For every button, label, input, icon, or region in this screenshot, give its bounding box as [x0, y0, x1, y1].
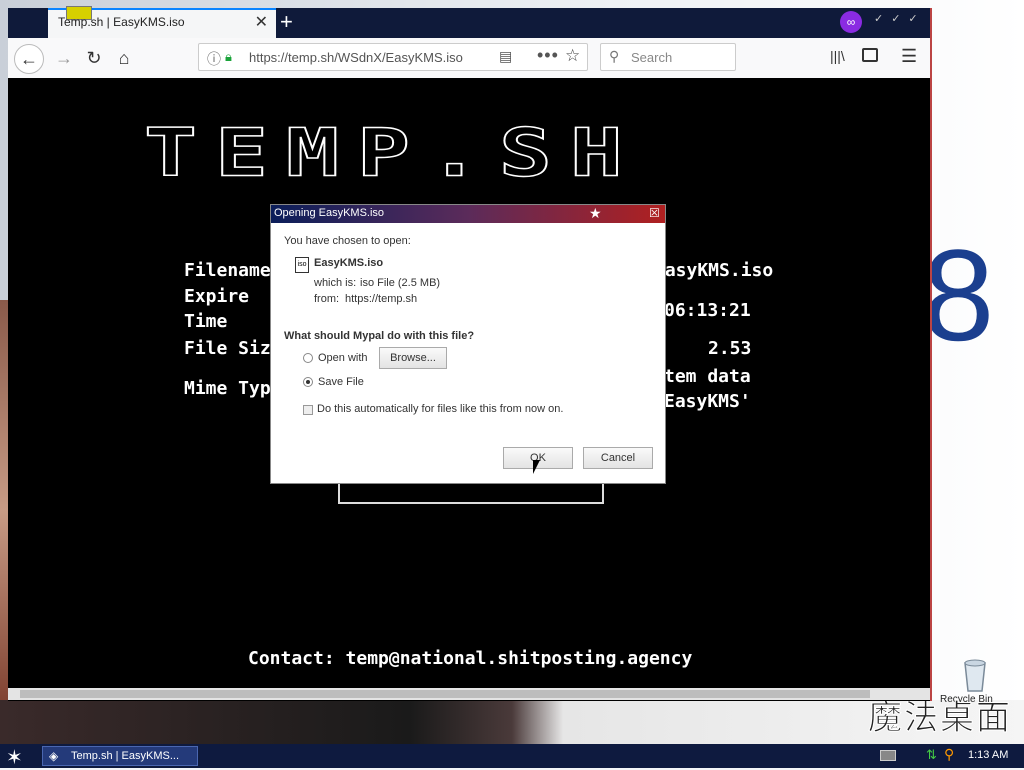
auto-checkbox[interactable] — [303, 405, 313, 415]
hamburger-menu-icon[interactable]: ☰ — [901, 46, 917, 67]
window-controls[interactable]: ✓✓✓ — [874, 12, 926, 25]
download-button[interactable] — [338, 484, 604, 504]
open-with-radio[interactable] — [303, 353, 313, 363]
tab-active[interactable]: Temp.sh | EasyKMS.iso ✕ — [48, 6, 276, 38]
bookmark-star-icon[interactable]: ☆ — [565, 46, 580, 66]
search-box[interactable]: ⚲ Search — [600, 43, 736, 71]
from-value: https://temp.sh — [345, 293, 418, 305]
filename-value: EasyKMS.iso — [654, 260, 774, 281]
from-label: from: — [314, 293, 340, 305]
which-is-value: iso File (2.5 MB) — [360, 277, 441, 289]
open-with-label[interactable]: Open with — [318, 352, 368, 364]
url-bar[interactable]: ⓘ 🔒︎ https://temp.sh/WSdnX/EasyKMS.iso ▤… — [198, 43, 588, 71]
library-icon[interactable]: |||\ — [830, 48, 845, 64]
time-value: 06:13:21 — [664, 300, 751, 321]
cancel-button[interactable]: Cancel — [583, 447, 653, 469]
start-menu-icon[interactable]: ✶ — [6, 745, 23, 770]
expire-label: Expire — [184, 286, 250, 307]
tab-close-icon[interactable]: ✕ — [255, 12, 268, 32]
dialog-titlebar[interactable]: Opening EasyKMS.iso ★ ☒ — [271, 205, 665, 223]
save-file-radio[interactable] — [303, 377, 313, 387]
mime-label: Mime Type — [184, 378, 282, 399]
mouse-cursor-icon — [533, 460, 540, 474]
question-text: What should Mypal do with this file? — [284, 330, 475, 342]
horizontal-scrollbar[interactable] — [8, 688, 930, 700]
chosen-text: You have chosen to open: — [284, 235, 411, 247]
save-file-label[interactable]: Save File — [318, 376, 364, 388]
dialog-close-icon[interactable]: ☒ — [649, 206, 660, 220]
forward-icon[interactable]: → — [50, 44, 78, 72]
browser-app-icon: ◈ — [49, 749, 59, 763]
taskbar-item-label: Temp.sh | EasyKMS... — [71, 750, 180, 762]
taskbar: ✶ ◈ Temp.sh | EasyKMS... ⇅ ⚲ 1:13 AM — [0, 744, 1024, 770]
navigation-toolbar: ← → ↻ ⌂ ⓘ 🔒︎ https://temp.sh/WSdnX/EasyK… — [8, 38, 930, 79]
open-file-dialog: Opening EasyKMS.iso ★ ☒ You have chosen … — [270, 204, 666, 484]
dialog-title: Opening EasyKMS.iso — [274, 207, 385, 219]
home-icon[interactable]: ⌂ — [110, 44, 138, 72]
filesize-label: File Size — [184, 338, 282, 359]
wallpaper-graphic: 8 — [922, 222, 995, 368]
browse-button[interactable]: Browse... — [379, 347, 447, 369]
filename-label: Filename — [184, 260, 271, 281]
tab-title: Temp.sh | EasyKMS.iso — [58, 15, 185, 29]
site-logo: TEMP.SH — [143, 113, 641, 192]
tab-strip: Temp.sh | EasyKMS.iso ✕ + ∞ ✓✓✓ — [8, 6, 930, 38]
filesize-value: 2.53 — [708, 338, 752, 359]
titlebar-star-icon: ★ — [589, 205, 602, 221]
which-is-label: which is: — [314, 277, 357, 289]
scrollbar-thumb[interactable] — [20, 690, 870, 698]
mime-value-2: EasyKMS' — [664, 391, 751, 412]
file-name: EasyKMS.iso — [314, 257, 384, 269]
search-placeholder[interactable]: Search — [631, 50, 672, 65]
back-icon[interactable]: ← — [14, 44, 44, 74]
recycle-bin-icon[interactable] — [955, 655, 995, 695]
search-icon: ⚲ — [609, 48, 620, 64]
time-label: Time — [184, 311, 228, 332]
taskbar-clock[interactable]: 1:13 AM — [968, 749, 1008, 761]
mime-value-1: tem data — [664, 366, 751, 387]
page-actions-icon[interactable]: ••• — [537, 45, 559, 66]
tray-search-icon[interactable]: ⚲ — [944, 746, 954, 763]
keyboard-icon[interactable] — [880, 750, 896, 761]
sidebar-toggle-icon[interactable] — [862, 48, 878, 62]
lock-icon[interactable]: 🔒︎ — [225, 49, 232, 65]
reload-icon[interactable]: ↻ — [80, 44, 108, 72]
network-icon[interactable]: ⇅ — [926, 747, 937, 763]
info-icon[interactable]: ⓘ — [207, 49, 221, 69]
auto-label[interactable]: Do this automatically for files like thi… — [317, 403, 563, 415]
new-tab-icon[interactable]: + — [280, 9, 293, 35]
file-icon: iso — [295, 257, 309, 273]
private-mask-icon[interactable]: ∞ — [840, 11, 862, 33]
reader-view-icon[interactable]: ▤ — [499, 48, 512, 65]
taskbar-item-browser[interactable]: ◈ Temp.sh | EasyKMS... — [42, 746, 198, 766]
contact-text: Contact: temp@national.shitposting.agenc… — [248, 648, 693, 669]
dialog-body: You have chosen to open: iso EasyKMS.iso… — [271, 223, 665, 483]
url-text[interactable]: https://temp.sh/WSdnX/EasyKMS.iso — [249, 50, 463, 65]
